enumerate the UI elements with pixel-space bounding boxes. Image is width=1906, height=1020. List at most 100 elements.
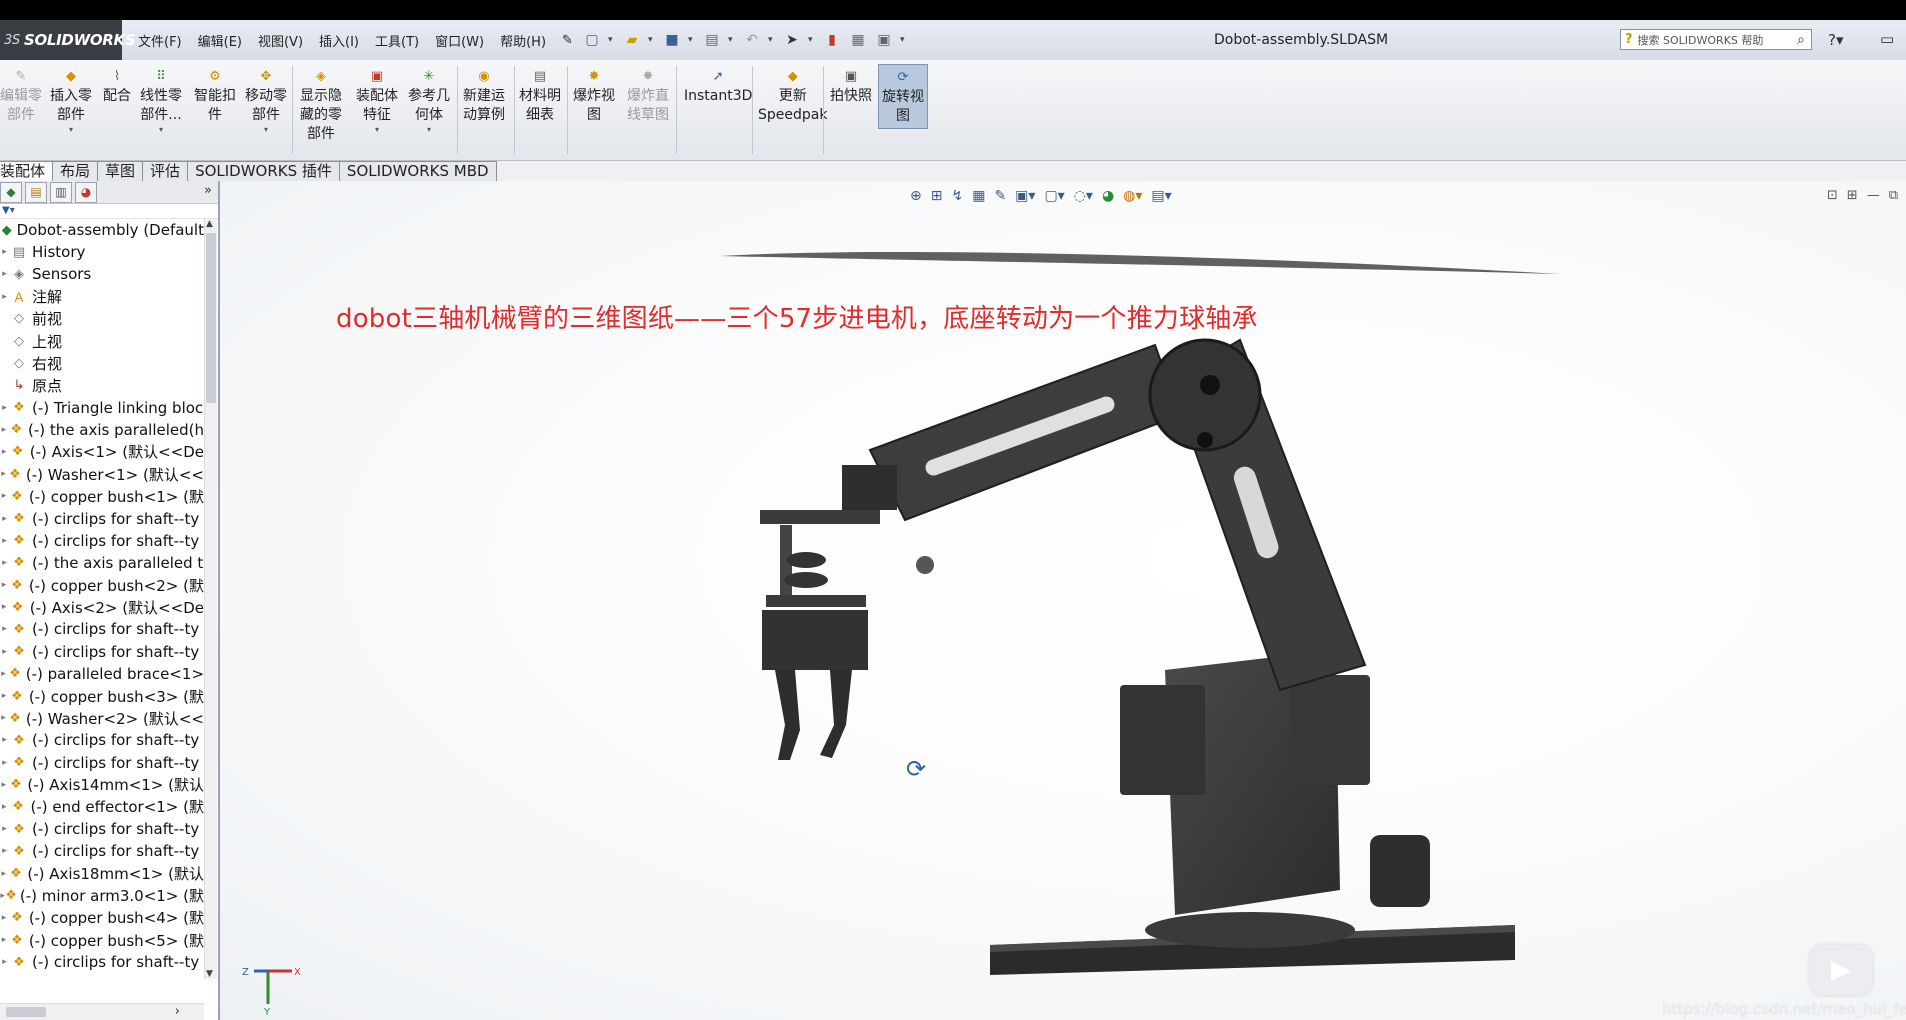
- expand-icon[interactable]: ▸: [0, 802, 9, 812]
- save-icon[interactable]: ■: [662, 30, 682, 50]
- insert-components-button[interactable]: ◆ 插入零 部件 ▾: [50, 66, 92, 135]
- expand-icon[interactable]: ▸: [0, 624, 9, 634]
- expand-icon[interactable]: ▸: [0, 558, 9, 568]
- tree-item[interactable]: ▸ ❖ (-) circlips for shaft--ty: [0, 729, 204, 751]
- zoom-to-fit-icon[interactable]: ⊕: [910, 188, 922, 204]
- scrollbar-thumb[interactable]: [206, 233, 216, 403]
- tree-item[interactable]: ▸ ❖ (-) circlips for shaft--ty: [0, 818, 204, 840]
- menu-insert[interactable]: 插入(I): [319, 31, 359, 50]
- move-component-button[interactable]: ✥ 移动零 部件 ▾: [245, 66, 287, 135]
- search-icon[interactable]: ⌕: [1797, 32, 1805, 48]
- tree-item[interactable]: ▸ ❖ (-) end effector<1> (默: [0, 796, 204, 818]
- tree-item[interactable]: ▸ ◈ Sensors: [0, 263, 204, 285]
- zoom-to-area-icon[interactable]: ⊞: [931, 188, 943, 204]
- expand-icon[interactable]: ▸: [0, 957, 9, 967]
- take-snapshot-button[interactable]: ▣ 拍快照: [830, 66, 872, 106]
- menu-window[interactable]: 窗口(W): [435, 31, 484, 50]
- tree-item[interactable]: ▸ ❖ (-) copper bush<5> (默: [0, 929, 204, 951]
- chevron-down-icon[interactable]: ▾: [608, 35, 616, 45]
- edit-appearance-icon[interactable]: ◕: [1102, 188, 1114, 204]
- expand-icon[interactable]: ▸: [0, 669, 7, 679]
- expand-icon[interactable]: ▸: [0, 735, 9, 745]
- expand-icon[interactable]: ▸: [0, 292, 9, 302]
- tree-item[interactable]: ▸ ❖ (-) copper bush<3> (默: [0, 685, 204, 707]
- tree-item[interactable]: ▸ ❖ (-) Washer<1> (默认<<: [0, 463, 204, 485]
- tree-item[interactable]: ▸ ❖ (-) copper bush<1> (默: [0, 485, 204, 507]
- tree-item[interactable]: ▸ ❖ (-) Axis<2> (默认<<De: [0, 596, 204, 618]
- tree-item[interactable]: ▸ ❖ (-) circlips for shaft--ty: [0, 507, 204, 529]
- smart-fasteners-button[interactable]: ⚙ 智能扣 件: [194, 66, 236, 125]
- display-style-icon[interactable]: ▢▾: [1044, 188, 1064, 204]
- tree-item[interactable]: ▸ ❖ (-) circlips for shaft--ty: [0, 752, 204, 774]
- tree-item[interactable]: ▸ ❖ (-) paralleled brace<1>: [0, 663, 204, 685]
- tab-mbd[interactable]: SOLIDWORKS MBD: [339, 161, 497, 182]
- view-orientation-icon[interactable]: ▣▾: [1015, 188, 1035, 204]
- expand-icon[interactable]: ▸: [0, 935, 8, 945]
- tree-item[interactable]: ▸ ❖ (-) circlips for shaft--ty: [0, 641, 204, 663]
- expand-icon[interactable]: ▸: [0, 602, 8, 612]
- instant3d-button[interactable]: ➚ Instant3D: [684, 66, 752, 106]
- new-document-icon[interactable]: ▢: [582, 30, 602, 50]
- tree-item[interactable]: ▸ ❖ (-) copper bush<4> (默: [0, 907, 204, 929]
- expand-icon[interactable]: ▸: [0, 403, 9, 413]
- chevron-down-icon[interactable]: ▾: [808, 35, 816, 45]
- expand-icon[interactable]: ▸: [0, 247, 9, 257]
- open-folder-icon[interactable]: ▰: [622, 30, 642, 50]
- menu-file[interactable]: 文件(F): [138, 31, 182, 50]
- tree-item[interactable]: ▸ ❖ (-) circlips for shaft--ty: [0, 618, 204, 640]
- show-hidden-components-button[interactable]: ◈ 显示隐 藏的零 部件: [300, 66, 342, 144]
- configuration-manager-tab-icon[interactable]: ▥: [50, 181, 72, 203]
- menu-help[interactable]: 帮助(H): [500, 31, 546, 50]
- print-icon[interactable]: ▤: [702, 30, 722, 50]
- update-speedpak-button[interactable]: ◆ 更新 Speedpak: [758, 66, 827, 125]
- expand-icon[interactable]: ▸: [0, 713, 7, 723]
- tab-evaluate[interactable]: 评估: [143, 161, 189, 182]
- chevron-down-icon[interactable]: ▾: [728, 35, 736, 45]
- help-icon[interactable]: ?▾: [1828, 31, 1844, 49]
- expand-icon[interactable]: ▸: [0, 469, 7, 479]
- tree-item[interactable]: ▸ ❖ (-) copper bush<2> (默: [0, 574, 204, 596]
- chevron-down-icon[interactable]: ▾: [375, 125, 379, 135]
- chevron-down-icon[interactable]: ▾: [688, 35, 696, 45]
- select-cursor-icon[interactable]: ➤: [782, 30, 802, 50]
- expand-icon[interactable]: ▸: [0, 536, 9, 546]
- tab-layout[interactable]: 布局: [53, 161, 99, 182]
- menu-view[interactable]: 视图(V): [258, 31, 303, 50]
- chevron-down-icon[interactable]: ▾: [648, 35, 656, 45]
- previous-view-icon[interactable]: ↯: [951, 188, 963, 204]
- scroll-right-icon[interactable]: ›: [175, 1004, 180, 1019]
- pin-icon[interactable]: ✎: [562, 33, 573, 48]
- property-manager-tab-icon[interactable]: ▤: [25, 181, 47, 203]
- tree-root[interactable]: ◆ Dobot-assembly (Default: [0, 219, 204, 241]
- linear-pattern-button[interactable]: ⠿ 线性零 部件... ▾: [140, 66, 182, 135]
- expand-icon[interactable]: ▸: [0, 514, 9, 524]
- expand-icon[interactable]: ▸: [0, 447, 8, 457]
- tree-filter-icon[interactable]: ▼▾: [0, 204, 218, 219]
- tree-item[interactable]: ▸ ▤ History: [0, 241, 204, 263]
- expand-icon[interactable]: ▸: [0, 869, 8, 879]
- chevron-down-icon[interactable]: ▾: [159, 125, 163, 135]
- scroll-down-icon[interactable]: ▼: [206, 969, 213, 979]
- options-icon[interactable]: ▣: [874, 30, 894, 50]
- chevron-down-icon[interactable]: ▾: [264, 125, 268, 135]
- tree-item[interactable]: ▸ Ａ 注解: [0, 286, 204, 308]
- tree-item[interactable]: ▸ ❖ (-) the axis paralleled t: [0, 552, 204, 574]
- chevron-down-icon[interactable]: ▾: [427, 125, 431, 135]
- tab-addins[interactable]: SOLIDWORKS 插件: [188, 161, 340, 182]
- viewport-maximize-icon[interactable]: ⧉: [1889, 188, 1898, 203]
- apply-scene-icon[interactable]: ◍▾: [1123, 188, 1142, 204]
- reference-geometry-button[interactable]: ✳ 参考几 何体 ▾: [408, 66, 450, 135]
- expand-icon[interactable]: ▸: [0, 824, 9, 834]
- viewport-restore-icon[interactable]: ⊡: [1827, 188, 1838, 203]
- dynamic-annotation-icon[interactable]: ✎: [994, 188, 1006, 204]
- tree-vertical-scrollbar[interactable]: ▲ ▼: [204, 219, 217, 979]
- solidworks-logo[interactable]: 3S SOLIDWORKS: [0, 20, 136, 60]
- exploded-view-button[interactable]: ✸ 爆炸视 图: [573, 66, 615, 125]
- chevron-down-icon[interactable]: ▾: [900, 35, 908, 45]
- mate-button[interactable]: ⌇ 配合: [103, 66, 131, 106]
- feature-manager-tab-icon[interactable]: ◆: [0, 181, 22, 203]
- section-view-icon[interactable]: ▦: [972, 188, 985, 204]
- file-properties-icon[interactable]: ▦: [848, 30, 868, 50]
- expand-icon[interactable]: ▸: [0, 846, 9, 856]
- scroll-up-icon[interactable]: ▲: [206, 219, 213, 229]
